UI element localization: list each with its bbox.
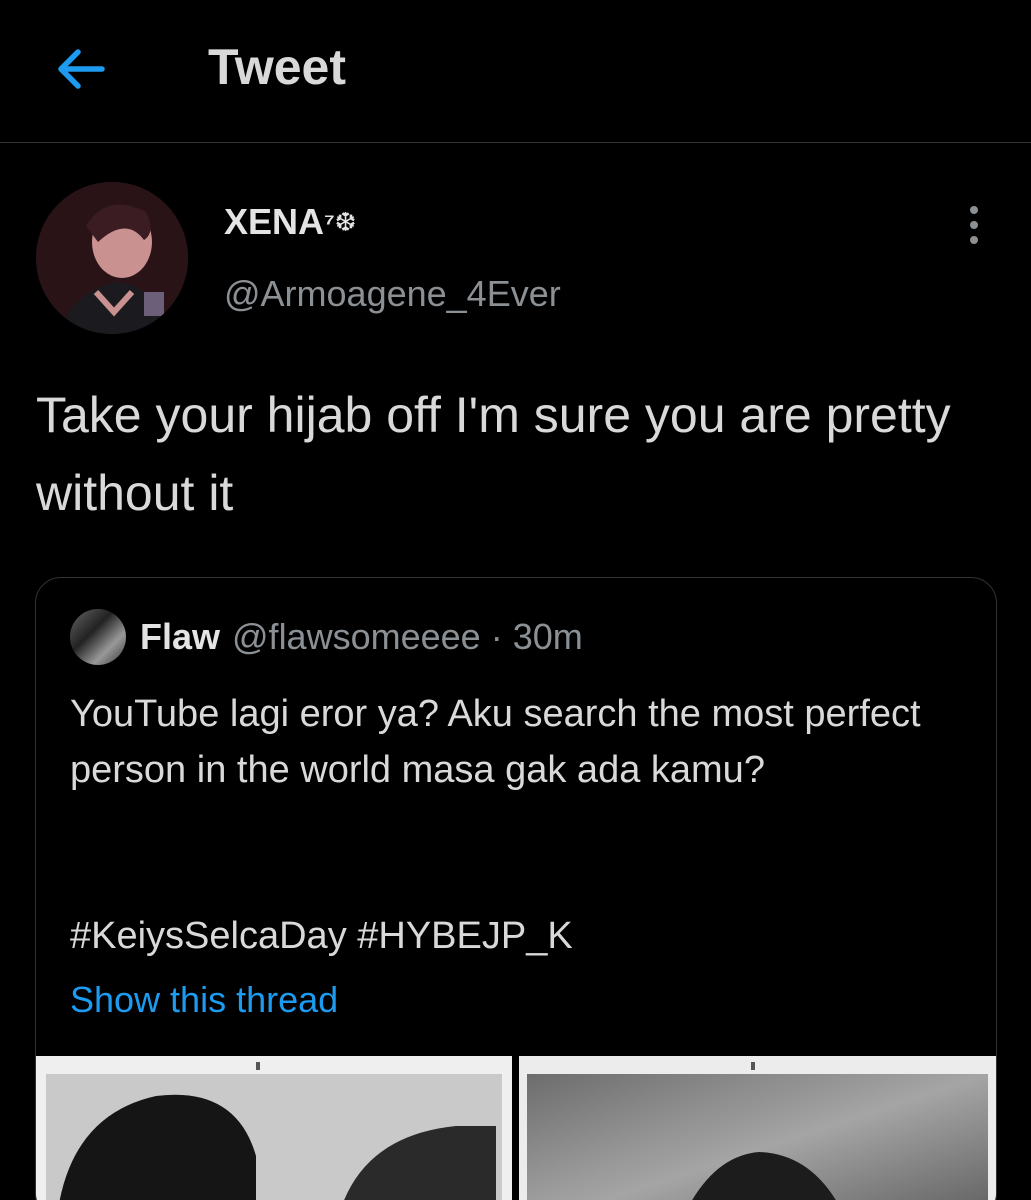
photo-right [519,1056,996,1200]
quoted-tweet-text: YouTube lagi eror ya? Aku search the mos… [70,693,921,791]
quoted-author-name: Flaw [140,616,221,657]
page-title: Tweet [208,39,346,95]
avatar-image [36,182,188,334]
separator-dot: · [490,616,503,657]
tweet-detail-screen: Tweet XENA⁷❆ @Armoagene_4Ever Take your … [0,0,1031,1200]
quoted-author-handle: @flawsomeeee [232,616,481,657]
quoted-media-image-right[interactable] [519,1056,996,1200]
author-display-name[interactable]: XENA⁷❆ [224,198,357,246]
quoted-tweet-time: 30m [512,616,583,657]
photo-left [36,1056,512,1200]
more-options-button[interactable] [962,204,986,246]
tweet-text: Take your hijab off I'm sure you are pre… [36,387,951,521]
quoted-author-avatar [70,609,126,665]
show-thread-link[interactable]: Show this thread [70,972,338,1028]
quoted-media-image-left[interactable] [36,1056,512,1200]
author-avatar[interactable] [36,182,188,334]
quoted-tweet-hashtags[interactable]: #KeiysSelcaDay #HYBEJP_K [70,908,573,964]
back-button[interactable] [52,40,110,98]
quoted-tweet-card[interactable]: Flaw @flawsomeeee · 30m YouTube lagi ero… [35,577,997,1200]
arrow-left-icon [58,49,105,89]
top-bar: Tweet [0,0,1031,143]
author-name-text: XENA [224,201,325,242]
quoted-tweet-header: Flaw @flawsomeeee · 30m [70,608,583,666]
author-name-suffix: ⁷❆ [324,207,357,237]
author-handle[interactable]: @Armoagene_4Ever [224,270,561,318]
more-vertical-icon [970,206,978,244]
